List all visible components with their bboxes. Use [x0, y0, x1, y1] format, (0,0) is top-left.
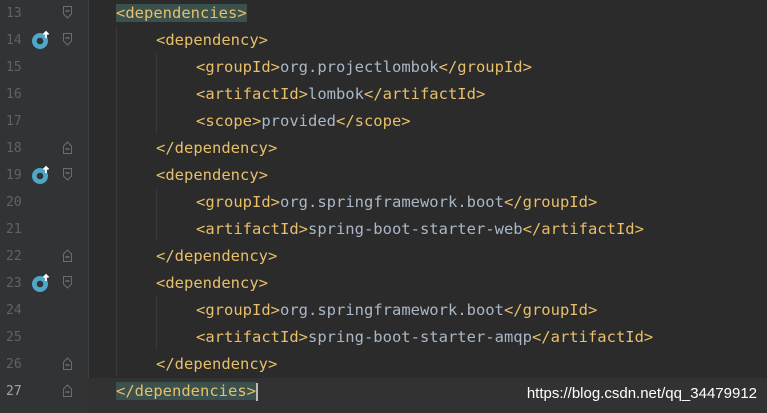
overridden-method-icon[interactable]: [31, 165, 51, 185]
line-number: 26: [6, 357, 22, 372]
text-caret: [255, 382, 258, 401]
line-number: 23: [6, 276, 22, 291]
line-number: 14: [6, 33, 22, 48]
fold-close-icon[interactable]: [63, 249, 72, 262]
xml-open-tag: <scope>: [196, 112, 262, 130]
watermark: https://blog.csdn.net/qq_34479912: [526, 385, 757, 402]
code-line[interactable]: 21 <artifactId>spring-boot-starter-web</…: [0, 216, 767, 243]
code-line[interactable]: 24 <groupId>org.springframework.boot</gr…: [0, 297, 767, 324]
xml-open-tag: <groupId>: [196, 58, 280, 76]
line-number: 17: [6, 114, 22, 129]
xml-value: provided: [261, 112, 336, 130]
line-number: 20: [6, 195, 22, 210]
xml-open-tag: <artifactId>: [196, 328, 308, 346]
line-number: 24: [6, 303, 22, 318]
xml-value: lombok: [307, 85, 364, 103]
code-line[interactable]: 22 </dependency>: [0, 243, 767, 270]
xml-open-tag: <groupId>: [196, 193, 280, 211]
xml-close-tag: </dependency>: [156, 139, 278, 157]
xml-close-tag: </dependency>: [156, 247, 278, 265]
xml-open-tag: <artifactId>: [196, 220, 308, 238]
line-number: 21: [6, 222, 22, 237]
code-editor[interactable]: 13 <dependencies> 14 <dependency> 15 <gr…: [0, 0, 767, 413]
code-text[interactable]: </dependencies>: [116, 381, 258, 401]
code-line[interactable]: 16 <artifactId>lombok</artifactId>: [0, 81, 767, 108]
code-line[interactable]: 13 <dependencies>: [0, 0, 767, 27]
line-number: 25: [6, 330, 22, 345]
fold-close-icon[interactable]: [63, 357, 72, 370]
overridden-method-icon[interactable]: [31, 273, 51, 293]
xml-value: org.projectlombok: [280, 58, 439, 76]
xml-close-tag: </groupId>: [503, 301, 598, 319]
code-text[interactable]: <dependencies>: [116, 3, 247, 23]
code-text[interactable]: </dependency>: [156, 354, 277, 374]
code-line[interactable]: 17 <scope>provided</scope>: [0, 108, 767, 135]
xml-open-tag: <dependency>: [156, 274, 268, 292]
fold-open-icon[interactable]: [63, 33, 72, 46]
code-text[interactable]: <dependency>: [156, 30, 268, 50]
code-text[interactable]: <artifactId>lombok</artifactId>: [196, 84, 485, 104]
xml-close-tag: </scope>: [335, 112, 411, 130]
xml-value: org.springframework.boot: [280, 193, 504, 211]
code-line[interactable]: 23 <dependency>: [0, 270, 767, 297]
xml-open-tag: <artifactId>: [196, 85, 308, 103]
xml-close-tag: </artifactId>: [363, 85, 486, 103]
line-number: 16: [6, 87, 22, 102]
fold-close-icon[interactable]: [63, 141, 72, 154]
xml-close-tag: </groupId>: [438, 58, 532, 76]
fold-close-icon[interactable]: [63, 384, 72, 397]
code-text[interactable]: <groupId>org.springframework.boot</group…: [196, 300, 597, 320]
code-text[interactable]: <artifactId>spring-boot-starter-web</art…: [196, 219, 644, 239]
xml-open-tag: <groupId>: [196, 301, 280, 319]
xml-value: spring-boot-starter-amqp: [307, 328, 532, 346]
xml-value: spring-boot-starter-web: [307, 220, 523, 238]
code-text[interactable]: </dependency>: [156, 138, 277, 158]
code-text[interactable]: <groupId>org.springframework.boot</group…: [196, 192, 597, 212]
line-number: 27: [6, 384, 22, 399]
fold-open-icon[interactable]: [63, 168, 72, 181]
code-line[interactable]: 18 </dependency>: [0, 135, 767, 162]
fold-open-icon[interactable]: [63, 276, 72, 289]
code-line[interactable]: 25 <artifactId>spring-boot-starter-amqp<…: [0, 324, 767, 351]
code-line[interactable]: 19 <dependency>: [0, 162, 767, 189]
xml-open-tag: <dependency>: [156, 166, 268, 184]
code-line[interactable]: 14 <dependency>: [0, 27, 767, 54]
xml-open-tag: <dependencies>: [116, 4, 247, 22]
code-text[interactable]: <dependency>: [156, 165, 268, 185]
xml-close-tag: </dependency>: [156, 355, 278, 373]
code-text[interactable]: <artifactId>spring-boot-starter-amqp</ar…: [196, 327, 653, 347]
code-line[interactable]: 26 </dependency>: [0, 351, 767, 378]
code-text[interactable]: <dependency>: [156, 273, 268, 293]
line-number: 18: [6, 141, 22, 156]
xml-close-tag: </dependencies>: [116, 382, 256, 400]
line-number: 22: [6, 249, 22, 264]
xml-open-tag: <dependency>: [156, 31, 268, 49]
xml-close-tag: </artifactId>: [522, 220, 644, 238]
code-line[interactable]: 20 <groupId>org.springframework.boot</gr…: [0, 189, 767, 216]
line-number: 19: [6, 168, 22, 183]
code-text[interactable]: </dependency>: [156, 246, 277, 266]
fold-open-icon[interactable]: [63, 6, 72, 19]
code-line[interactable]: 15 <groupId>org.projectlombok</groupId>: [0, 54, 767, 81]
line-number: 13: [6, 6, 22, 21]
xml-close-tag: </groupId>: [503, 193, 598, 211]
overridden-method-icon[interactable]: [31, 30, 51, 50]
code-text[interactable]: <groupId>org.projectlombok</groupId>: [196, 57, 532, 77]
xml-value: org.springframework.boot: [280, 301, 504, 319]
line-number: 15: [6, 60, 22, 75]
xml-close-tag: </artifactId>: [531, 328, 654, 346]
code-text[interactable]: <scope>provided</scope>: [196, 111, 411, 131]
